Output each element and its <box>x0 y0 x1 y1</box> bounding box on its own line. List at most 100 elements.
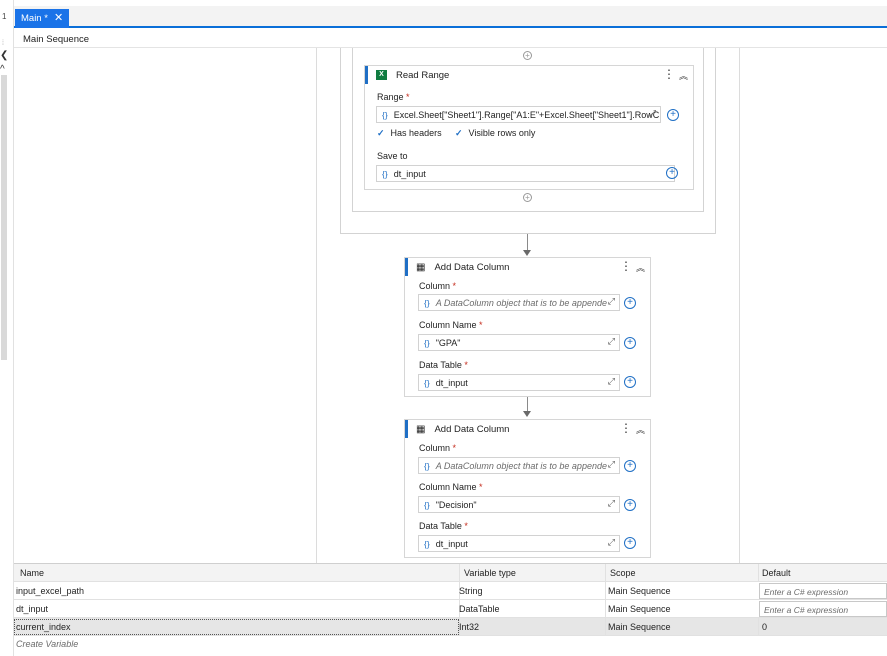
range-label: Range * <box>377 92 410 102</box>
variable-type[interactable]: DataTable <box>459 604 500 614</box>
expand-icon[interactable]: ⤢ <box>608 498 615 509</box>
activity-title: Add Data Column <box>434 261 510 273</box>
table-row[interactable]: current_index Int32 Main Sequence 0 <box>14 618 887 636</box>
column-label: Column * <box>419 443 457 453</box>
column-name-field[interactable]: {} "Decision" ⤢ <box>418 496 620 513</box>
table-row[interactable]: dt_input DataTable Main Sequence Enter a… <box>14 600 887 618</box>
variable-scope[interactable]: Main Sequence <box>608 622 671 632</box>
variable-type[interactable]: Int32 <box>459 622 479 632</box>
column-placeholder: A DataColumn object that is to be append… <box>435 460 607 471</box>
expand-icon[interactable]: ⤢ <box>608 296 615 307</box>
expand-icon[interactable]: ⤢ <box>608 376 615 387</box>
data-table-field[interactable]: {} dt_input ⤢ <box>418 374 620 391</box>
column-placeholder: A DataColumn object that is to be append… <box>435 297 607 308</box>
column-header-scope[interactable]: Scope <box>610 568 636 578</box>
tab-main[interactable]: Main * ✕ <box>15 9 70 28</box>
expand-icon[interactable]: ⤢ <box>608 459 615 470</box>
create-variable-link[interactable]: Create Variable <box>16 639 78 649</box>
focus-outline <box>14 619 459 635</box>
activity-title: Add Data Column <box>434 423 510 435</box>
variable-name[interactable]: input_excel_path <box>16 586 84 596</box>
range-value: Excel.Sheet["Sheet1"].Range["A1:E"+Excel… <box>393 109 660 120</box>
column-header-default[interactable]: Default <box>762 568 791 578</box>
data-table-value: dt_input <box>435 377 468 388</box>
save-to-label: Save to <box>377 151 408 161</box>
gutter-separator: ⁞ <box>2 40 4 47</box>
plus-button[interactable]: + <box>667 109 679 121</box>
has-headers-checkbox[interactable]: ✓ Has headers <box>377 128 442 139</box>
data-table-label: Data Table * <box>419 360 468 370</box>
variable-name[interactable]: dt_input <box>16 604 48 614</box>
expression-icon: {} <box>424 460 430 471</box>
add-activity-icon[interactable]: + <box>523 193 532 202</box>
table-icon: ▦ <box>416 261 426 273</box>
expression-icon: {} <box>424 538 430 549</box>
column-field[interactable]: {} A DataColumn object that is to be app… <box>418 457 620 474</box>
collapse-icon[interactable]: ︽ <box>636 423 645 436</box>
close-icon[interactable]: ✕ <box>54 13 63 24</box>
data-table-field[interactable]: {} dt_input ⤢ <box>418 535 620 552</box>
check-icon: ✓ <box>377 128 385 138</box>
collapse-icon[interactable]: ︽ <box>679 69 688 82</box>
column-name-value: "Decision" <box>435 499 477 510</box>
column-name-value: "GPA" <box>435 337 461 348</box>
column-name-label: Column Name * <box>419 320 483 330</box>
default-field[interactable]: Enter a C# expression <box>759 601 887 617</box>
plus-button[interactable]: + <box>624 499 636 511</box>
expression-icon: {} <box>382 109 388 120</box>
more-menu-icon[interactable]: ⋮ <box>663 67 675 81</box>
expression-icon: {} <box>424 377 430 388</box>
column-header-name[interactable]: Name <box>20 568 44 578</box>
table-row[interactable]: input_excel_path String Main Sequence En… <box>14 582 887 600</box>
range-field[interactable]: {} Excel.Sheet["Sheet1"].Range["A1:E"+Ex… <box>376 106 661 123</box>
variable-default[interactable]: 0 <box>762 622 767 632</box>
variable-scope[interactable]: Main Sequence <box>608 586 671 596</box>
check-icon: ✓ <box>455 128 463 138</box>
activity-title: Read Range <box>396 69 450 81</box>
column-name-field[interactable]: {} "GPA" ⤢ <box>418 334 620 351</box>
data-table-label: Data Table * <box>419 521 468 531</box>
excel-icon: X <box>376 70 387 80</box>
plus-button[interactable]: + <box>624 537 636 549</box>
more-menu-icon[interactable]: ⋮ <box>620 421 632 435</box>
expand-icon[interactable]: ⤢ <box>649 108 656 119</box>
plus-button[interactable]: + <box>624 460 636 472</box>
sequence-guide-left <box>316 48 317 563</box>
variable-type[interactable]: String <box>459 586 483 596</box>
variable-scope[interactable]: Main Sequence <box>608 604 671 614</box>
column-label: Column * <box>419 281 457 291</box>
expression-icon: {} <box>424 337 430 348</box>
tab-label: Main * <box>21 13 48 24</box>
add-data-column-activity[interactable]: ▦ Add Data Column ⋮ ︽ Column * {} A Data… <box>404 419 651 558</box>
activity-header[interactable]: ▦ Add Data Column ⋮ ︽ <box>405 420 650 438</box>
collapse-icon[interactable]: ︽ <box>636 261 645 274</box>
expand-icon[interactable]: ⤢ <box>608 537 615 548</box>
plus-button[interactable]: + <box>666 167 678 179</box>
save-to-value: dt_input <box>393 168 426 179</box>
default-field[interactable]: Enter a C# expression <box>759 583 887 599</box>
add-activity-icon[interactable]: + <box>523 51 532 60</box>
chevron-left-icon[interactable]: ❮ <box>0 50 8 61</box>
plus-button[interactable]: + <box>624 337 636 349</box>
more-menu-icon[interactable]: ⋮ <box>620 259 632 273</box>
variable-name[interactable]: current_index <box>16 622 71 632</box>
add-data-column-activity[interactable]: ▦ Add Data Column ⋮ ︽ Column * {} A Data… <box>404 257 651 397</box>
variables-panel: Name Variable type Scope Default input_e… <box>14 563 887 656</box>
visible-rows-checkbox[interactable]: ✓ Visible rows only <box>455 128 535 139</box>
connector-arrow-icon <box>523 250 531 256</box>
activity-header[interactable]: ▦ Add Data Column ⋮ ︽ <box>405 258 650 276</box>
chevron-up-icon[interactable]: ^ <box>0 64 5 75</box>
column-field[interactable]: {} A DataColumn object that is to be app… <box>418 294 620 311</box>
sequence-guide-right <box>739 48 740 563</box>
plus-button[interactable]: + <box>624 297 636 309</box>
plus-button[interactable]: + <box>624 376 636 388</box>
column-header-type[interactable]: Variable type <box>464 568 516 578</box>
expand-icon[interactable]: ⤢ <box>608 336 615 347</box>
designer-canvas[interactable]: + X Read Range ⋮ ︽ Range * {} Excel.Shee… <box>14 48 887 563</box>
save-to-field[interactable]: {} dt_input <box>376 165 675 182</box>
gutter-scrollbar[interactable] <box>1 75 7 360</box>
activity-header[interactable]: X Read Range ⋮ ︽ <box>365 66 693 84</box>
read-range-activity[interactable]: X Read Range ⋮ ︽ Range * {} Excel.Sheet[… <box>364 65 694 190</box>
expression-icon: {} <box>382 168 388 179</box>
breadcrumb[interactable]: Main Sequence <box>23 34 89 45</box>
